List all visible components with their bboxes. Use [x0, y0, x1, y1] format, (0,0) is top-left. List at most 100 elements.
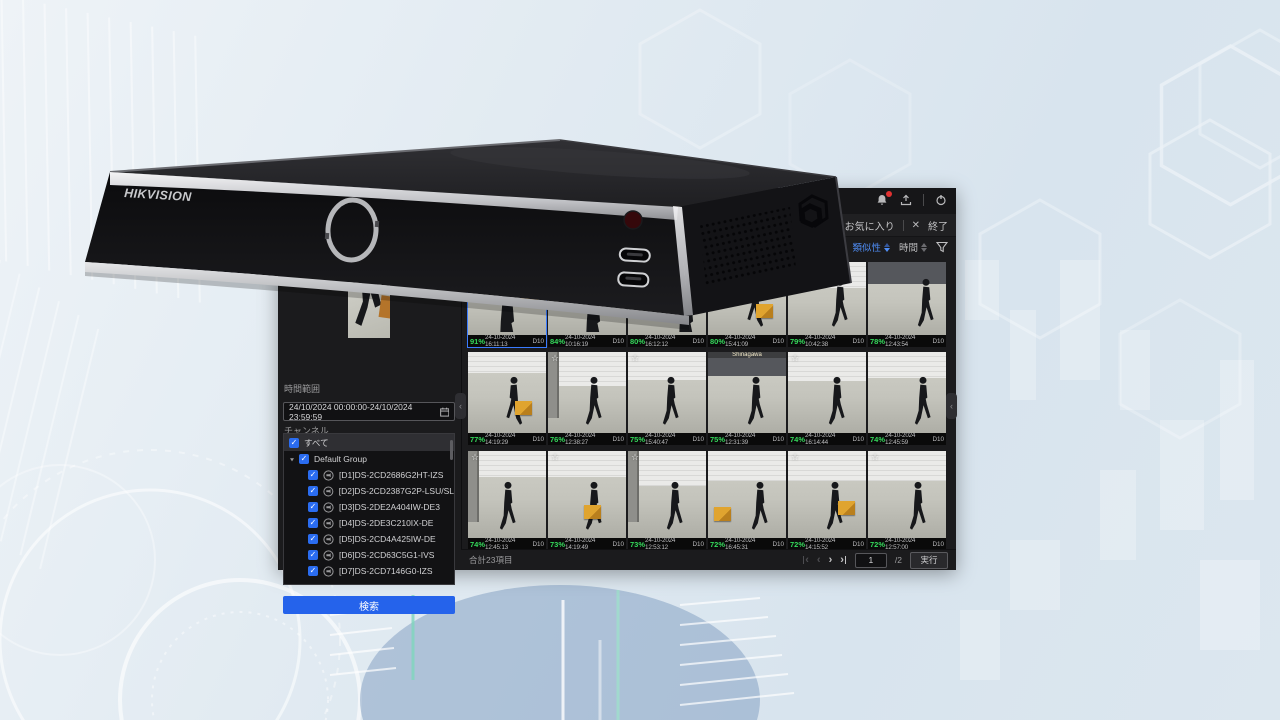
checkbox-checked-icon[interactable]: ✓ [289, 438, 299, 448]
channel-row[interactable]: ✓ [D4]DS-2DE3C210IX-DE [284, 515, 454, 531]
tree-scrollbar[interactable] [450, 440, 453, 460]
sort-by-similarity[interactable]: 類似性 [852, 240, 890, 254]
page-total: /2 [895, 555, 902, 565]
chevron-down-icon[interactable]: ▾ [290, 455, 294, 462]
result-snapshot: ☆ [628, 352, 706, 433]
checkbox-checked-icon[interactable]: ✓ [308, 518, 318, 528]
pagination: ‹ ‹ › › 1 /2 実行 [802, 552, 948, 569]
result-snapshot [548, 262, 626, 335]
timestamp: 24-10-2024 16:12:12 [645, 334, 692, 348]
camera-id: D10 [852, 541, 864, 548]
channel-list: ✓ [D1]DS-2CD2686G2HT-IZS ✓ [D2]DS-2CD238… [284, 467, 454, 579]
fav-divider [903, 220, 904, 231]
person-silhouette [910, 374, 936, 430]
similarity-threshold-input[interactable]: 70 [807, 239, 843, 255]
scene-wall [468, 262, 546, 280]
result-cell[interactable]: 77% 24-10-2024 14:19:29 D10 [468, 352, 546, 445]
prev-page-button[interactable]: ‹ [817, 555, 821, 566]
favorite-star-icon[interactable]: ☆ [551, 452, 559, 463]
checkbox-checked-icon[interactable]: ✓ [308, 502, 318, 512]
timestamp: 24-10-2024 10:42:38 [805, 334, 852, 348]
reference-image[interactable] [348, 262, 390, 338]
next-page-button[interactable]: › [829, 555, 833, 566]
similarity-value: 72% [710, 540, 725, 549]
export-icon[interactable] [899, 193, 913, 207]
result-cell[interactable]: ☆ 73% 24-10-2024 14:19:49 D10 [548, 451, 626, 550]
sidebar-collapse-handle[interactable]: ‹ [455, 393, 466, 419]
close-icon: ✕ [912, 221, 920, 231]
ptz-camera-icon [323, 470, 334, 481]
channel-row[interactable]: ✓ [D3]DS-2DE2A404IW-DE3 [284, 499, 454, 515]
result-cell[interactable]: ☆ 72% 24-10-2024 12:57:00 D10 [868, 451, 946, 550]
favorites-button[interactable]: お気に入り [845, 218, 895, 233]
filter-funnel-icon[interactable] [936, 241, 948, 253]
notification-bell-icon[interactable] [875, 193, 889, 207]
checkbox-checked-icon[interactable]: ✓ [308, 534, 318, 544]
rightpanel-collapse-handle[interactable]: ‹ [946, 393, 957, 419]
result-cell[interactable]: 80% 24-10-2024 15:41:09 D10 [708, 262, 786, 347]
similarity-value: 80% [710, 337, 725, 346]
result-snapshot: ☆ [548, 352, 626, 433]
channel-select-all[interactable]: ✓ すべて [284, 434, 454, 451]
person-silhouette [662, 479, 688, 535]
exit-button[interactable]: 終了 [928, 218, 948, 233]
person-silhouette [495, 479, 521, 535]
result-cell[interactable]: 84% 24-10-2024 10:16:19 D10 [548, 262, 626, 347]
favorite-star-icon[interactable]: ☆ [791, 452, 799, 463]
result-snapshot: ☆ [628, 451, 706, 538]
favorite-star-icon[interactable]: ☆ [551, 353, 559, 364]
time-range-input[interactable]: 24/10/2024 00:00:00-24/10/2024 23:59:59 [283, 402, 455, 421]
channel-row[interactable]: ✓ [D7]DS-2CD7146G0-IZS [284, 563, 454, 579]
channel-row[interactable]: ✓ [D2]DS-2CD2387G2P-LSU/SL [284, 483, 454, 499]
result-cell[interactable]: 72% 24-10-2024 16:45:31 D10 [708, 451, 786, 550]
result-cell[interactable]: ☆ 74% 24-10-2024 12:45:13 D10 [468, 451, 546, 550]
ptz-camera-icon [323, 518, 334, 529]
favorite-star-icon[interactable]: ☆ [631, 452, 639, 463]
channel-group-row[interactable]: ▾ ✓ Default Group [284, 451, 454, 467]
search-button[interactable]: 検索 [283, 596, 455, 614]
person-silhouette [913, 276, 939, 332]
result-snapshot [868, 262, 946, 335]
header-divider [923, 194, 924, 206]
result-cell[interactable]: ☆ 75% 24-10-2024 15:40:47 D10 [628, 352, 706, 445]
similarity-value: 75% [710, 435, 725, 444]
checkbox-checked-icon[interactable]: ✓ [308, 550, 318, 560]
result-cell[interactable]: 74% 24-10-2024 12:45:59 D10 [868, 352, 946, 445]
scene-wall [548, 262, 626, 280]
result-snapshot [468, 352, 546, 433]
channel-row[interactable]: ✓ [D5]DS-2CD4A425IW-DE [284, 531, 454, 547]
first-page-button[interactable]: ‹ [802, 555, 809, 566]
page-number-input[interactable]: 1 [855, 553, 887, 568]
result-cell[interactable]: 80% 24-10-2024 16:12:12 D10 [628, 262, 706, 347]
similarity-value: 77% [470, 435, 485, 444]
result-cell[interactable]: ☆ 74% 24-10-2024 16:14:44 D10 [788, 352, 866, 445]
favorite-star-icon[interactable]: ☆ [471, 452, 479, 463]
result-cell[interactable]: ☆ 76% 24-10-2024 12:38:27 D10 [548, 352, 626, 445]
similarity-value: 73% [550, 540, 565, 549]
result-cell[interactable]: ☆ 73% 24-10-2024 12:53:12 D10 [628, 451, 706, 550]
checkbox-checked-icon[interactable]: ✓ [308, 470, 318, 480]
scene-wall [468, 352, 546, 373]
channel-row[interactable]: ✓ [D1]DS-2CD2686G2HT-IZS [284, 467, 454, 483]
result-cell[interactable]: Shinagawa 75% 24-10-2024 12:31:39 D10 [708, 352, 786, 445]
favorite-star-icon[interactable]: ☆ [631, 353, 639, 364]
scene-cardboard-box [521, 287, 538, 301]
result-cell[interactable]: 78% 24-10-2024 12:43:54 D10 [868, 262, 946, 347]
channel-row[interactable]: ✓ [D6]DS-2CD63C5G1-IVS [284, 547, 454, 563]
scene-wall [708, 451, 786, 481]
result-cell[interactable]: 91% 24-10-2024 16:11:13 D10 [468, 262, 546, 347]
favorite-star-icon[interactable]: ☆ [791, 353, 799, 364]
result-cell[interactable]: 79% 24-10-2024 10:42:38 D10 [788, 262, 866, 347]
sort-by-time[interactable]: 時間 [899, 240, 927, 254]
go-page-button[interactable]: 実行 [910, 552, 948, 569]
results-toolbar: 70 類似性 時間 [807, 239, 948, 255]
checkbox-checked-icon[interactable]: ✓ [308, 486, 318, 496]
result-snapshot: ☆ [548, 451, 626, 538]
result-cell[interactable]: ☆ 72% 24-10-2024 14:15:52 D10 [788, 451, 866, 550]
calendar-icon[interactable] [440, 407, 449, 417]
last-page-button[interactable]: › [840, 555, 847, 566]
checkbox-checked-icon[interactable]: ✓ [308, 566, 318, 576]
favorite-star-icon[interactable]: ☆ [871, 452, 879, 463]
checkbox-checked-icon[interactable]: ✓ [299, 454, 309, 464]
power-icon[interactable] [934, 193, 948, 207]
